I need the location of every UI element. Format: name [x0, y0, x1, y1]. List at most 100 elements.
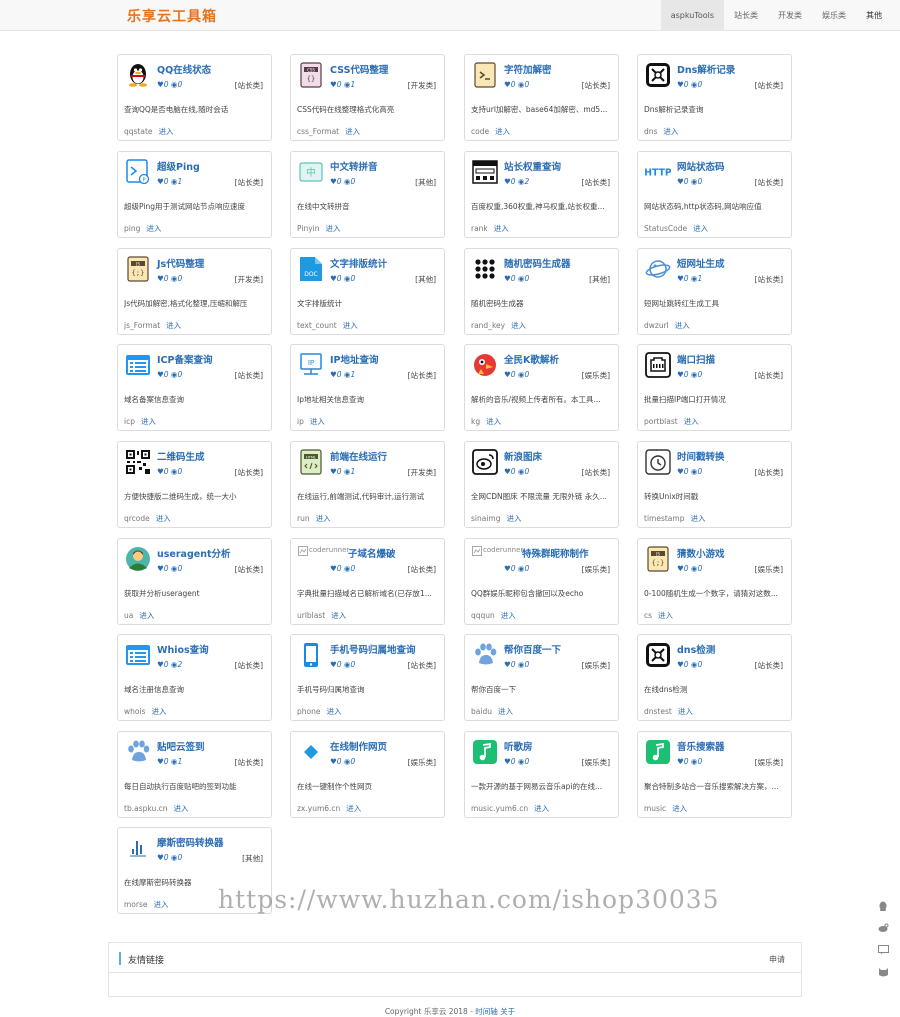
enter-link[interactable]: 进入 — [501, 611, 516, 620]
tool-title[interactable]: Dns解析记录 — [677, 62, 735, 76]
tool-title[interactable]: 站长权重查询 — [504, 159, 561, 173]
weibo-float-icon[interactable] — [877, 922, 889, 934]
nav-webmaster[interactable]: 站长类 — [724, 0, 768, 31]
tool-title[interactable]: 特殊群昵称制作 — [522, 546, 589, 560]
nav-entertainment[interactable]: 娱乐类 — [812, 0, 856, 31]
about-link[interactable]: 关于 — [500, 1007, 515, 1016]
brand-logo[interactable]: 乐享云工具箱 — [127, 6, 217, 26]
enter-link[interactable]: 进入 — [663, 127, 678, 136]
tool-card[interactable]: 端口扫描 ♥0 ◉0 [站长类] 批量扫描IP端口打开情况 portblast 进入 — [637, 344, 792, 431]
enter-link[interactable]: 进入 — [495, 127, 510, 136]
tool-category[interactable]: [娱乐类] — [408, 757, 436, 768]
tool-category[interactable]: [站长类] — [235, 177, 263, 188]
enter-link[interactable]: 进入 — [151, 707, 166, 716]
tool-card[interactable]: 贴吧云签到 ♥0 ◉1 [站长类] 每日自动执行百度贴吧的签到功能 tb.aspku.c… — [117, 731, 272, 818]
tool-title[interactable]: 新浪图床 — [504, 449, 542, 463]
tool-card[interactable]: 帮你百度一下 ♥0 ◉0 [娱乐类] 帮你百度一下 baidu 进入 — [464, 634, 619, 721]
tool-title[interactable]: 音乐搜索器 — [677, 739, 725, 753]
tool-category[interactable]: [娱乐类] — [755, 757, 783, 768]
tool-title[interactable]: 随机密码生成器 — [504, 256, 571, 270]
nav-aspkutools[interactable]: aspkuTools — [660, 0, 724, 31]
tool-card[interactable]: 时间戳转换 ♥0 ◉0 [站长类] 转换Unix时间戳 timestamp 进入 — [637, 441, 792, 528]
tool-card[interactable]: 听歌房 ♥0 ◉0 [娱乐类] 一款开源的基于网易云音乐api的在线... music.… — [464, 731, 619, 818]
enter-link[interactable]: 进入 — [498, 707, 513, 716]
tool-title[interactable]: 在线制作网页 — [330, 739, 387, 753]
tool-category[interactable]: [站长类] — [408, 564, 436, 575]
tool-title[interactable]: 前端在线运行 — [330, 449, 387, 463]
tool-category[interactable]: [站长类] — [755, 370, 783, 381]
tool-title[interactable]: 超级Ping — [157, 159, 200, 173]
tool-category[interactable]: [其他] — [415, 177, 436, 188]
tool-category[interactable]: [其他] — [242, 853, 263, 864]
tool-card[interactable]: DOC 文字排版统计 ♥0 ◉0 [其他] 文字排版统计 text_count 进入 — [290, 248, 445, 335]
enter-link[interactable]: 进入 — [684, 417, 699, 426]
enter-link[interactable]: 进入 — [310, 417, 325, 426]
nav-dev[interactable]: 开发类 — [768, 0, 812, 31]
tool-category[interactable]: [站长类] — [755, 660, 783, 671]
tool-category[interactable]: [站长类] — [235, 757, 263, 768]
tool-title[interactable]: Whios查询 — [157, 642, 209, 656]
tool-category[interactable]: [开发类] — [408, 80, 436, 91]
tool-category[interactable]: [站长类] — [755, 80, 783, 91]
tool-title[interactable]: 字符加解密 — [504, 62, 552, 76]
tool-card[interactable]: 新浪图床 ♥0 ◉0 [站长类] 全网CDN图床 不限流量 无限外链 永久... sin… — [464, 441, 619, 528]
enter-link[interactable]: 进入 — [326, 707, 341, 716]
tool-title[interactable]: 端口扫描 — [677, 352, 715, 366]
enter-link[interactable]: 进入 — [534, 804, 549, 813]
enter-link[interactable]: 进入 — [675, 321, 690, 330]
tool-card[interactable]: dns检测 ♥0 ◉0 [站长类] 在线dns检测 dnstest 进入 — [637, 634, 792, 721]
tool-card[interactable]: 随机密码生成器 ♥0 ◉0 [其他] 随机密码生成器 rand_key 进入 — [464, 248, 619, 335]
tool-title[interactable]: dns检测 — [677, 642, 715, 656]
enter-link[interactable]: 进入 — [507, 514, 522, 523]
tool-category[interactable]: [站长类] — [582, 467, 610, 478]
tool-card[interactable]: useragent分析 ♥0 ◉0 [站长类] 获取并分析useragent ua 进入 — [117, 538, 272, 625]
tool-title[interactable]: 全民K歌解析 — [504, 352, 559, 366]
enter-link[interactable]: 进入 — [690, 514, 705, 523]
tool-title[interactable]: IP地址查询 — [330, 352, 379, 366]
enter-link[interactable]: 进入 — [166, 321, 181, 330]
tool-card[interactable]: 手机号码归属地查询 ♥0 ◉0 [站长类] 手机号码归属地查询 phone 进入 — [290, 634, 445, 721]
tool-card[interactable]: 音乐搜索器 ♥0 ◉0 [娱乐类] 聚合特制多站合一音乐搜索解决方案，... music… — [637, 731, 792, 818]
tool-card[interactable]: QQ在线状态 ♥0 ◉0 [站长类] 查询QQ是否电脑在线,随时会话 qqstate 进入 — [117, 54, 272, 141]
tool-card[interactable]: Whios查询 ♥0 ◉2 [站长类] 域名注册信息查询 whois 进入 — [117, 634, 272, 721]
enter-link[interactable]: 进入 — [146, 224, 161, 233]
tool-category[interactable]: [站长类] — [582, 177, 610, 188]
tool-category[interactable]: [站长类] — [582, 80, 610, 91]
enter-link[interactable]: 进入 — [678, 707, 693, 716]
tool-title[interactable]: Js代码整理 — [157, 256, 204, 270]
tool-card[interactable]: P 超级Ping ♥0 ◉1 [站长类] 超级Ping用于测试网站节点响应速度 ping 进… — [117, 151, 272, 238]
enter-link[interactable]: 进入 — [173, 804, 188, 813]
enter-link[interactable]: 进入 — [345, 127, 360, 136]
tool-card[interactable]: Dns解析记录 ♥0 ◉0 [站长类] Dns解析记录查询 dns 进入 — [637, 54, 792, 141]
tool-category[interactable]: [娱乐类] — [582, 564, 610, 575]
enter-link[interactable]: 进入 — [141, 417, 156, 426]
tool-card[interactable]: 在线制作网页 ♥0 ◉0 [娱乐类] 在线一键制作个性网页 zx.yum6.cn 进入 — [290, 731, 445, 818]
tool-card[interactable]: IP IP地址查询 ♥0 ◉1 [站长类] Ip地址相关信息查询 ip 进入 — [290, 344, 445, 431]
tool-card[interactable]: coderunner 特殊群昵称制作 ♥0 ◉0 [娱乐类] QQ群娱乐昵称包含撤回以及… — [464, 538, 619, 625]
enter-link[interactable]: 进入 — [486, 417, 501, 426]
enter-link[interactable]: 进入 — [511, 321, 526, 330]
tool-title[interactable]: 二维码生成 — [157, 449, 205, 463]
tool-category[interactable]: [娱乐类] — [582, 370, 610, 381]
tool-card[interactable]: 二维码生成 ♥0 ◉0 [站长类] 方便快捷版二维码生成，统一大小 qrcode 进入 — [117, 441, 272, 528]
feedback-float-icon[interactable] — [877, 944, 889, 956]
tool-card[interactable]: ICP备案查询 ♥0 ◉0 [站长类] 域名备案信息查询 icp 进入 — [117, 344, 272, 431]
enter-link[interactable]: 进入 — [156, 514, 171, 523]
tool-category[interactable]: [站长类] — [755, 467, 783, 478]
tool-category[interactable]: [娱乐类] — [582, 660, 610, 671]
tool-card[interactable]: HTML 前端在线运行 ♥0 ◉1 [开发类] 在线运行,前端测试,代码审计,运行测试 r… — [290, 441, 445, 528]
nav-other[interactable]: 其他 — [856, 0, 892, 31]
tool-title[interactable]: CSS代码整理 — [330, 62, 388, 76]
tool-title[interactable]: 中文转拼音 — [330, 159, 378, 173]
tool-category[interactable]: [站长类] — [235, 370, 263, 381]
enter-link[interactable]: 进入 — [331, 611, 346, 620]
tool-card[interactable]: 字符加解密 ♥0 ◉0 [站长类] 支持url加解密、base64加解密、md5...… — [464, 54, 619, 141]
tool-title[interactable]: 摩斯密码转换器 — [157, 835, 224, 849]
tool-category[interactable]: [站长类] — [235, 80, 263, 91]
enter-link[interactable]: 进入 — [494, 224, 509, 233]
tool-title[interactable]: 短网址生成 — [677, 256, 725, 270]
tool-title[interactable]: 听歌房 — [504, 739, 533, 753]
tool-card[interactable]: 短网址生成 ♥0 ◉1 [站长类] 短网址跳转红生成工具 dwzurl 进入 — [637, 248, 792, 335]
tool-category[interactable]: [站长类] — [755, 274, 783, 285]
tool-card[interactable]: JS {;} Js代码整理 ♥0 ◉0 [开发类] Js代码加解密,格式化整理,压缩和解压… — [117, 248, 272, 335]
